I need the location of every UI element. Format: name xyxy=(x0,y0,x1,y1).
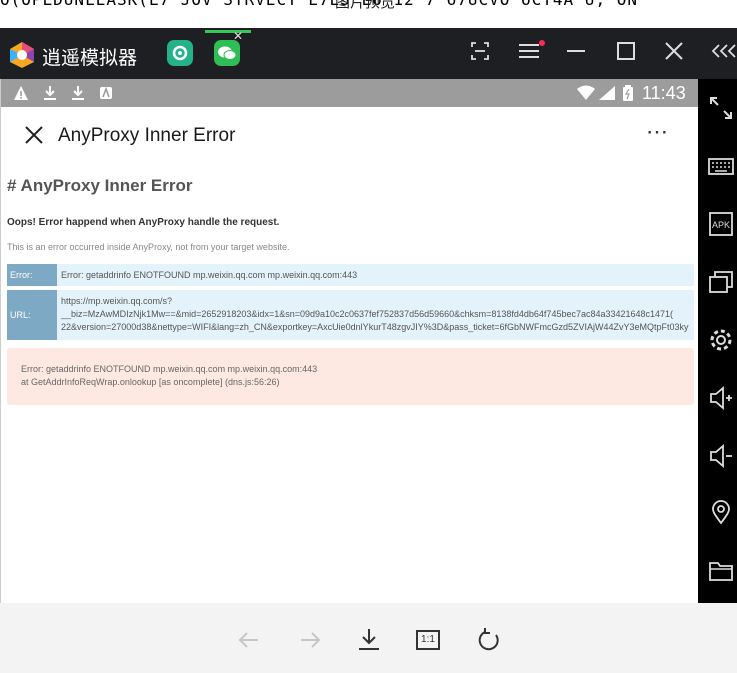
download-icon xyxy=(70,85,86,101)
keyboard-icon[interactable] xyxy=(708,153,734,179)
warning-icon xyxy=(13,85,29,101)
actual-size-button[interactable]: 1:1 xyxy=(416,630,440,650)
screenshot-root: O(OPLDUNLEASK(L7 JOV STRVECY E7E3 L6 12 … xyxy=(0,0,737,673)
error-row: Error: Error: getaddrinfo ENOTFOUND mp.w… xyxy=(7,264,694,286)
minimize-icon[interactable] xyxy=(563,41,589,67)
apk-install-icon[interactable]: APK xyxy=(708,211,734,237)
fullscreen-icon[interactable] xyxy=(708,95,734,121)
active-tab-indicator xyxy=(205,30,251,33)
location-pin-icon[interactable] xyxy=(708,499,734,525)
rotate-icon[interactable] xyxy=(476,627,502,653)
page-title: AnyProxy Inner Error xyxy=(58,125,236,146)
download-icon xyxy=(42,85,58,101)
error-heading: # AnyProxy Inner Error xyxy=(7,176,193,195)
more-options-icon[interactable]: ⋯ xyxy=(646,119,669,145)
download-icon[interactable] xyxy=(356,627,382,653)
url-line: 22&version=27000d38&nettype=WIFI&lang=zh… xyxy=(61,322,689,332)
error-summary: Oops! Error happend when AnyProxy handle… xyxy=(7,217,280,228)
viewer-caption: 图片预览 xyxy=(335,0,396,11)
wifi-icon xyxy=(576,85,596,101)
error-stack-box: Error: getaddrinfo ENOTFOUND mp.weixin.q… xyxy=(7,348,694,405)
volume-up-icon[interactable] xyxy=(708,385,734,411)
stack-line: Error: getaddrinfo ENOTFOUND mp.weixin.q… xyxy=(21,364,318,374)
url-row-label: URL: xyxy=(7,290,57,340)
signal-icon xyxy=(598,85,616,101)
multi-window-icon[interactable] xyxy=(708,269,734,295)
battery-icon xyxy=(622,85,634,101)
url-line: __biz=MzAwMDIzNjk1Mw==&mid=2652918203&id… xyxy=(61,309,674,319)
url-row: URL: https://mp.weixin.qq.com/s? __biz=M… xyxy=(7,290,694,340)
android-status-bar: 11:43 xyxy=(1,79,699,107)
wechat-tab-icon[interactable] xyxy=(214,40,240,66)
image-viewer-toolbar: 1:1 xyxy=(0,603,737,673)
menu-icon[interactable] xyxy=(516,41,542,67)
previous-arrow-icon[interactable] xyxy=(236,627,262,653)
stack-line: at GetAddrInfoReqWrap.onlookup [as oncom… xyxy=(21,377,280,387)
volume-down-icon[interactable] xyxy=(708,443,734,469)
app-tab-icon[interactable] xyxy=(167,40,193,66)
code-text: O(OPLDUNLEASK(L7 JOV STRVECY E7E3 L6 12 … xyxy=(0,0,638,9)
settings-gear-icon[interactable] xyxy=(708,327,734,353)
error-row-label: Error: xyxy=(7,264,57,286)
emulator-app-name: 逍遥模拟器 xyxy=(42,47,138,69)
collapse-sidebar-icon[interactable] xyxy=(711,41,737,67)
maximize-icon[interactable] xyxy=(613,41,639,67)
status-time: 11:43 xyxy=(642,83,686,103)
app-notification-icon xyxy=(98,85,114,101)
error-row-value: Error: getaddrinfo ENOTFOUND mp.weixin.q… xyxy=(61,270,358,280)
next-arrow-icon[interactable] xyxy=(297,627,323,653)
url-line: https://mp.weixin.qq.com/s? xyxy=(61,296,173,306)
emulator-titlebar: 逍遥模拟器 ✕ xyxy=(0,28,737,79)
error-note: This is an error occurred inside AnyProx… xyxy=(7,242,290,252)
notification-dot xyxy=(539,40,545,46)
top-caption-strip: O(OPLDUNLEASK(L7 JOV STRVECY E7E3 L6 12 … xyxy=(0,0,737,28)
svg-text:APK: APK xyxy=(712,220,730,230)
tab-close-icon[interactable]: ✕ xyxy=(233,29,243,43)
close-icon[interactable] xyxy=(23,124,45,146)
android-screen: 11:43 AnyProxy Inner Error ⋯ # AnyProxy … xyxy=(0,79,699,603)
close-window-icon[interactable] xyxy=(661,41,687,67)
emulator-window: 逍遥模拟器 ✕ 11:43 AnyProxy Inner Error ⋯ # A… xyxy=(0,28,737,603)
emulator-right-toolbar: APK xyxy=(698,79,737,603)
emulator-logo-icon xyxy=(10,42,34,68)
screenshot-crop-icon[interactable] xyxy=(467,41,493,67)
webview-app-bar: AnyProxy Inner Error ⋯ xyxy=(1,107,699,162)
folder-icon[interactable] xyxy=(708,557,734,583)
